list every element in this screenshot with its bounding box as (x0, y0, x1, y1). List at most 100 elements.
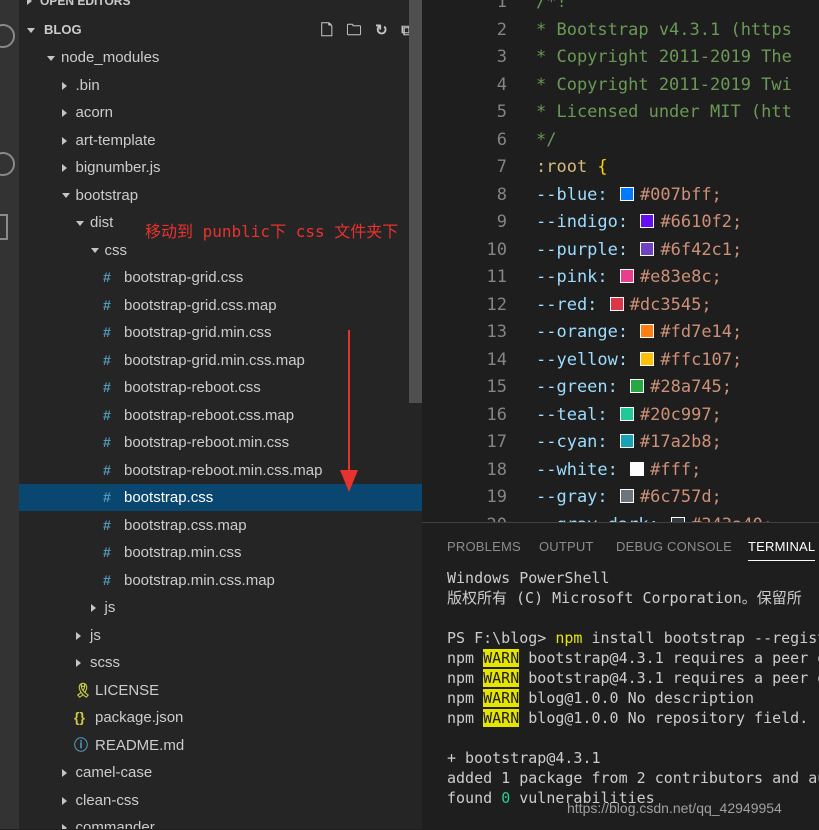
tree-item[interactable]: scss (19, 649, 422, 676)
chevron-right-icon (61, 136, 67, 145)
tree-item[interactable]: # bootstrap-reboot.css.map (19, 402, 422, 429)
folder-header-blog[interactable]: BLOG 🗋 🗀 ↻ ⧉ (19, 16, 422, 44)
code-text: --orange: #fd7e14; (536, 322, 743, 342)
tree-item[interactable]: clean-css (19, 787, 422, 814)
warn-badge: WARN (483, 669, 520, 687)
tree-item[interactable]: # bootstrap-grid.css.map (19, 292, 422, 319)
color-swatch[interactable] (619, 489, 634, 503)
css-file-icon: # (103, 351, 111, 368)
color-swatch[interactable] (619, 406, 634, 421)
tree-item-label: bootstrap-reboot.min.css (124, 434, 290, 451)
code-text: */ (536, 129, 557, 150)
new-file-icon[interactable]: 🗋 (321, 17, 333, 45)
twisty (61, 127, 72, 154)
tab-problems[interactable]: PROBLEMS (447, 539, 521, 554)
code-text: * Licensed under MIT (htt (536, 102, 792, 122)
tree-item[interactable]: # bootstrap-reboot.min.css (19, 429, 422, 456)
code-text: --purple: #6f42c1; (536, 239, 743, 260)
panel-tabs: PROBLEMS OUTPUT DEBUG CONSOLE TERMINAL (422, 523, 819, 571)
code-line: 19 --gray: #6c757d; (422, 484, 819, 511)
extensions-icon[interactable] (0, 214, 8, 240)
twisty (90, 594, 101, 621)
source-control-icon[interactable] (0, 24, 15, 48)
tab-terminal[interactable]: TERMINAL (748, 539, 816, 561)
line-number: 2 (496, 19, 507, 40)
code-text: * Bootstrap v4.3.1 (https (536, 19, 792, 40)
code-text: --gray-dark: #343a40; (536, 512, 773, 522)
warn-badge: WARN (483, 689, 520, 707)
css-file-icon: # (103, 324, 111, 340)
line-number: 8 (496, 184, 507, 205)
css-file-icon: # (103, 379, 111, 395)
tree-item[interactable]: # bootstrap-grid.min.css.map (19, 347, 422, 374)
refresh-icon[interactable]: ↻ (375, 17, 388, 45)
code-text: --gray: #6c757d; (536, 487, 722, 507)
color-swatch[interactable] (619, 434, 634, 448)
color-swatch[interactable] (640, 324, 655, 338)
color-swatch[interactable] (619, 269, 634, 283)
color-swatch[interactable] (630, 461, 645, 476)
tree-item[interactable]: # bootstrap.min.css.map (19, 567, 422, 594)
color-swatch[interactable] (609, 296, 624, 311)
tree-item[interactable]: 🎗 LICENSE (19, 677, 422, 704)
explorer-actions: 🗋 🗀 ↻ ⧉ (311, 16, 412, 44)
twisty (61, 154, 72, 181)
tree-item[interactable]: js (19, 622, 422, 649)
tab-output[interactable]: OUTPUT (539, 539, 594, 554)
color-swatch[interactable] (640, 214, 655, 228)
chevron-down-icon (61, 193, 70, 199)
tree-item[interactable]: js (19, 594, 422, 621)
twisty (61, 759, 72, 786)
terminal-output[interactable]: Windows PowerShell 版权所有 (C) Microsoft Cor… (447, 568, 819, 808)
tree-item-label: acorn (75, 104, 114, 121)
chevron-down-icon (47, 55, 55, 61)
tree-item-label: camel-case (75, 764, 153, 781)
line-number: 4 (496, 74, 507, 95)
code-text: --indigo: #6610f2; (536, 212, 743, 232)
tree-item-label: bignumber.js (75, 159, 161, 176)
tree-item[interactable]: bootstrap (19, 182, 422, 209)
open-editors-header[interactable]: OPEN EDITORS (27, 0, 130, 11)
tree-item-label: js (90, 626, 101, 644)
tree-item[interactable]: camel-case (19, 759, 422, 786)
code-text: --teal: #20c997; (536, 404, 722, 425)
annotation-arrow (348, 330, 350, 480)
color-swatch[interactable] (640, 351, 655, 366)
sidebar-scrollbar[interactable] (409, 0, 422, 403)
css-file-icon: # (103, 434, 111, 450)
color-swatch[interactable] (640, 241, 655, 256)
tab-debug-console[interactable]: DEBUG CONSOLE (616, 539, 732, 554)
code-editor[interactable]: 1/*! 2 * Bootstrap v4.3.1 (https 3 * Copyr… (422, 0, 819, 522)
debug-icon[interactable] (0, 152, 15, 176)
tree-item[interactable]: # bootstrap.css (19, 484, 422, 511)
tree-item-label: commander (75, 819, 155, 829)
tree-item-label: css (104, 241, 128, 259)
tree-item[interactable]: {} package.json (19, 704, 422, 731)
line-number: 13 (486, 322, 507, 342)
tree-item[interactable]: # bootstrap-reboot.min.css.map (19, 457, 422, 484)
line-number: 7 (496, 157, 507, 177)
color-swatch[interactable] (630, 379, 645, 393)
code-text: --blue: #007bff; (536, 184, 722, 205)
tree-item[interactable]: # bootstrap-grid.min.css (19, 319, 422, 346)
new-folder-icon[interactable]: 🗀 (346, 17, 361, 45)
tree-item[interactable]: acorn (19, 99, 422, 126)
code-text: --cyan: #17a2b8; (536, 432, 722, 452)
tree-item[interactable]: node_modules (19, 44, 422, 71)
terminal-line: added 1 package from 2 contributors and … (447, 769, 819, 787)
tree-item[interactable]: # bootstrap-reboot.css (19, 374, 422, 401)
tree-item-label: bootstrap.css.map (124, 516, 247, 534)
css-file-icon: # (103, 516, 111, 533)
tree-item[interactable]: ⓘ README.md (19, 732, 422, 759)
tree-item[interactable]: bignumber.js (19, 154, 422, 181)
tree-item[interactable]: .bin (19, 72, 422, 99)
tree-item[interactable]: art-template (19, 127, 422, 154)
code-line: 4 * Copyright 2011-2019 Twi (422, 72, 819, 99)
tree-item[interactable]: commander (19, 814, 422, 829)
color-swatch[interactable] (619, 186, 634, 201)
tree-item[interactable]: # bootstrap.min.css (19, 539, 422, 566)
tree-item[interactable]: # bootstrap-grid.css (19, 264, 422, 291)
tree-item-label: bootstrap-grid.css.map (124, 296, 277, 314)
code-line: 10 --purple: #6f42c1; (422, 237, 819, 264)
tree-item[interactable]: # bootstrap.css.map (19, 512, 422, 539)
